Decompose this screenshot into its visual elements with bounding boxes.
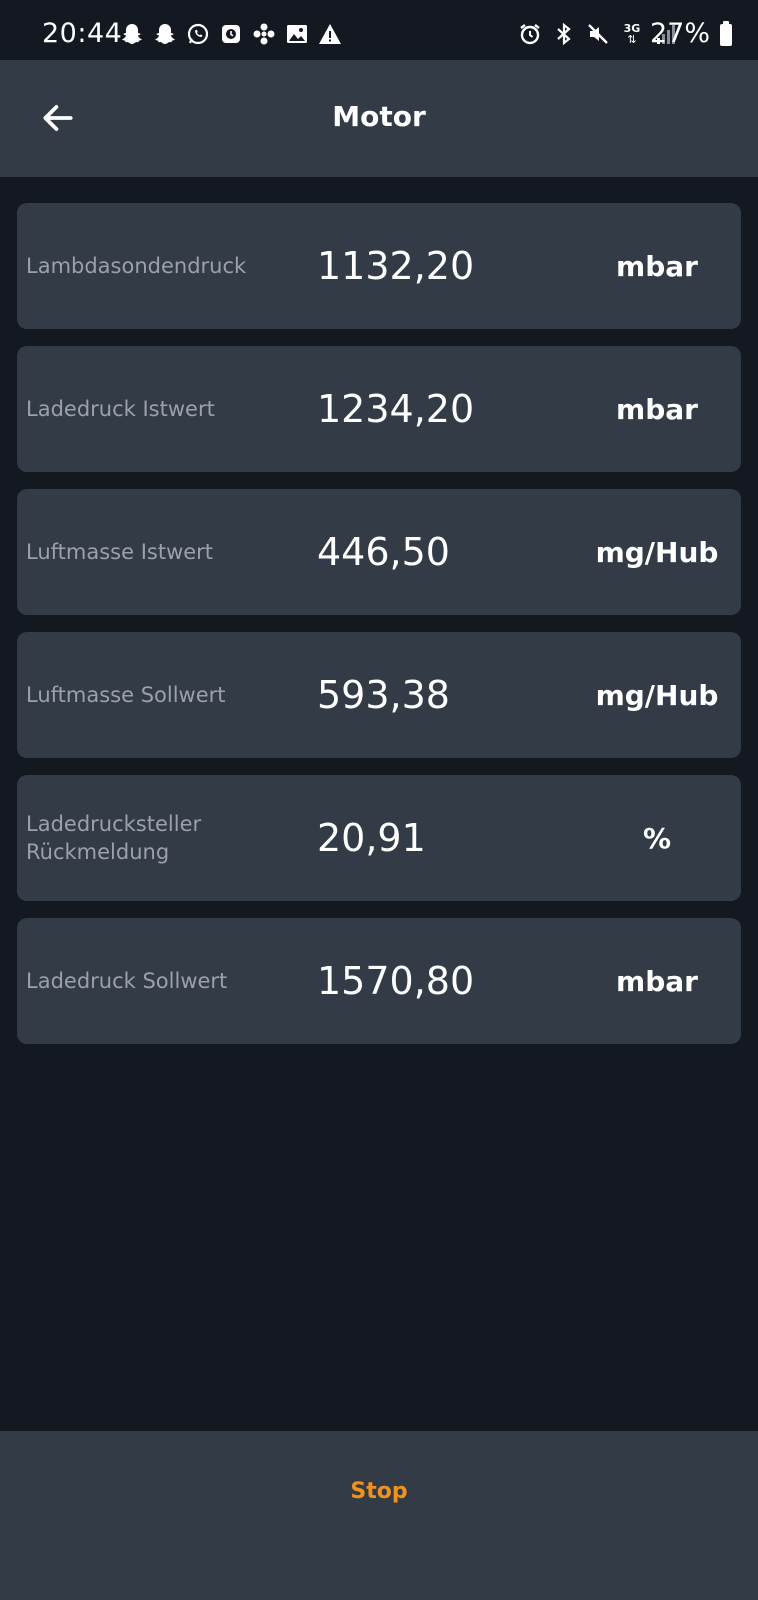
reading-unit: mbar: [616, 249, 698, 283]
mute-icon: [586, 22, 610, 46]
image-icon: [285, 22, 309, 46]
snapchat-icon: [153, 22, 177, 46]
status-notification-icons: [120, 22, 342, 46]
reading-unit: %: [642, 821, 672, 855]
data-arrows: ⇅: [627, 33, 637, 46]
status-bar: 20:44 3G ⇅ 27%: [0, 0, 758, 60]
reading-card[interactable]: Luftmasse Istwert 446,50 mg/Hub: [17, 489, 741, 615]
readings-list: Lambdasondendruck 1132,20 mbar Ladedruck…: [17, 203, 741, 1061]
reading-value: 20,91: [317, 816, 426, 860]
reading-unit: mg/Hub: [595, 535, 719, 569]
battery-icon: [720, 21, 732, 46]
reading-value: 1570,80: [317, 959, 475, 1003]
app-bar: Motor: [0, 60, 758, 177]
bottom-bar: Stop: [0, 1431, 758, 1600]
reading-label: Lambdasondendruck: [26, 254, 247, 278]
stop-button[interactable]: Stop: [0, 1431, 758, 1551]
snapchat-icon: [120, 22, 144, 46]
reading-value: 593,38: [317, 673, 450, 717]
reading-value: 1234,20: [317, 387, 475, 431]
status-time: 20:44: [42, 18, 123, 49]
reading-label: Luftmasse Sollwert: [26, 683, 226, 707]
alarm-icon: [518, 22, 542, 46]
reading-label: Luftmasse Istwert: [26, 540, 214, 564]
whatsapp-icon: [186, 22, 210, 46]
reading-card[interactable]: Luftmasse Sollwert 593,38 mg/Hub: [17, 632, 741, 758]
battery-percent: 27%: [649, 18, 710, 49]
3g-data-icon: 3G ⇅: [620, 22, 644, 46]
warning-icon: [318, 22, 342, 46]
screen-record-icon: [219, 22, 243, 46]
reading-card[interactable]: Ladedruck Istwert 1234,20 mbar: [17, 346, 741, 472]
reading-unit: mg/Hub: [595, 678, 719, 712]
reading-card[interactable]: Ladedruck Sollwert 1570,80 mbar: [17, 918, 741, 1044]
reading-card[interactable]: Lambdasondendruck 1132,20 mbar: [17, 203, 741, 329]
reading-unit: mbar: [616, 392, 698, 426]
reading-label: Ladedrucksteller Rückmeldung: [26, 812, 202, 864]
reading-card[interactable]: Ladedrucksteller Rückmeldung 20,91 %: [17, 775, 741, 901]
screen: 20:44 3G ⇅ 27% Motor Lambdasondendruck 1…: [0, 0, 758, 1600]
reading-value: 446,50: [317, 530, 450, 574]
bluetooth-icon: [552, 22, 576, 46]
fan-icon: [252, 22, 276, 46]
reading-label: Ladedruck Istwert: [26, 397, 215, 421]
reading-unit: mbar: [616, 964, 698, 998]
reading-label: Ladedruck Sollwert: [26, 969, 228, 993]
reading-value: 1132,20: [317, 244, 475, 288]
page-title: Motor: [332, 100, 426, 133]
